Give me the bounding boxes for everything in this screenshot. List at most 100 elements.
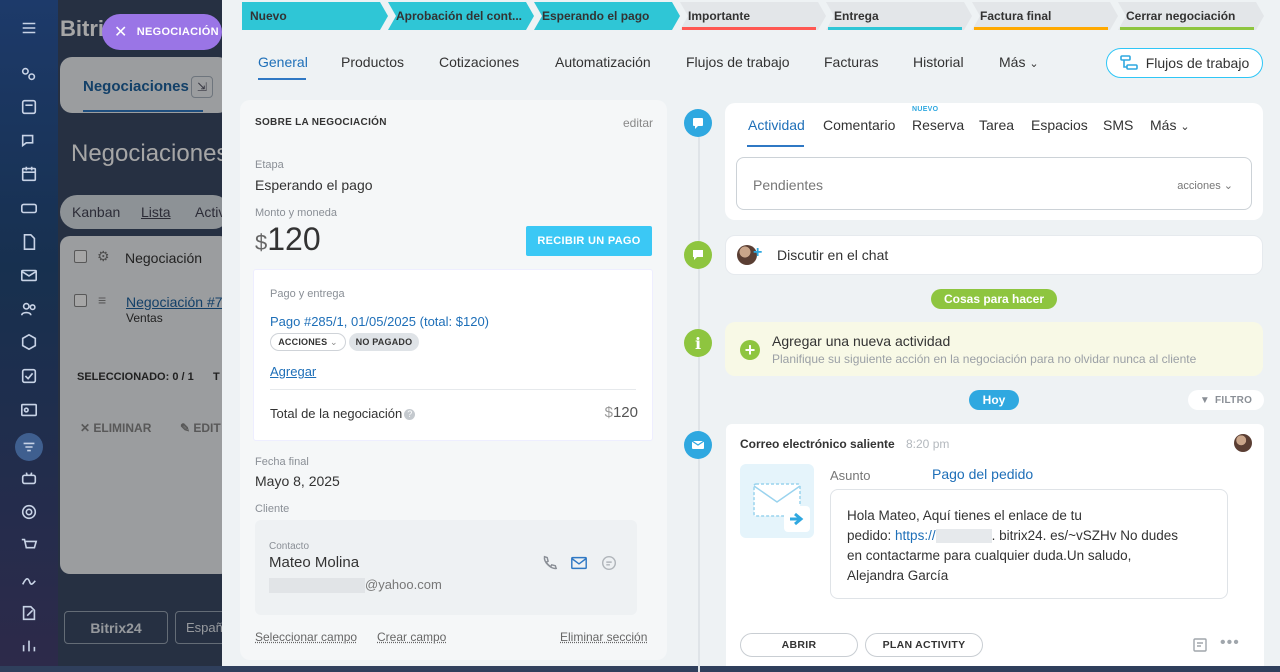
robot-icon[interactable] (19, 468, 39, 488)
contact-name[interactable]: Mateo Molina (269, 554, 359, 571)
docs-icon[interactable] (19, 232, 39, 252)
end-date-label: Fecha final (255, 456, 309, 468)
tab-mas[interactable]: Más ⌄ (999, 54, 1039, 70)
edit-doc-icon[interactable] (19, 603, 39, 623)
sign-icon[interactable] (19, 569, 39, 589)
add-activity-card[interactable]: + Agregar una nueva actividad Planifique… (725, 322, 1263, 376)
target-icon[interactable] (19, 502, 39, 522)
open-button[interactable]: ABRIR (740, 633, 858, 657)
stage-importante[interactable]: Importante (680, 2, 816, 30)
email-icon[interactable] (570, 554, 588, 572)
crm-icon[interactable] (15, 433, 43, 461)
help-icon[interactable]: ? (404, 409, 416, 421)
tab-productos[interactable]: Productos (341, 54, 404, 70)
more-icon[interactable]: ••• (1220, 634, 1240, 652)
stage-aprobacion[interactable]: Aprobación del cont... (388, 2, 524, 30)
activity-composer: NUEVO Actividad Comentario Reserva Tarea… (725, 103, 1263, 220)
tasks-icon[interactable] (19, 97, 39, 117)
tab-comentario[interactable]: Comentario (823, 117, 895, 133)
end-date-value[interactable]: Mayo 8, 2025 (255, 473, 340, 489)
tab-espacios[interactable]: Espacios (1031, 117, 1088, 133)
email-line-4: Alejandra García (847, 568, 949, 583)
email-line-1: Hola Mateo, Aquí tienes el enlace de tu (847, 508, 1082, 523)
email-link[interactable]: https:// (895, 528, 936, 543)
payment-title: Pago y entrega (270, 288, 345, 300)
chevron-down-icon: ⌄ (1223, 180, 1233, 192)
receive-payment-button[interactable]: RECIBIR UN PAGO (526, 226, 652, 256)
redacted-text (269, 578, 365, 594)
tab-cotizaciones[interactable]: Cotizaciones (439, 54, 519, 70)
info-icon: i (694, 333, 702, 353)
about-deal-card: SOBRE LA NEGOCIACIÓN editar Etapa Espera… (240, 100, 667, 660)
edit-section-link[interactable]: editar (623, 116, 653, 130)
payment-link[interactable]: Pago #285/1, 01/05/2025 (total: $120) (270, 314, 489, 329)
tab-actividad[interactable]: Actividad (748, 117, 805, 133)
note-icon[interactable] (1192, 637, 1208, 658)
tab-sms[interactable]: SMS (1103, 117, 1133, 133)
add-activity-subtitle: Planifique su siguiente acción en la neg… (772, 352, 1197, 366)
payment-divider (270, 389, 636, 390)
timeline-email-dot (684, 431, 712, 459)
stage-entrega[interactable]: Entrega (826, 2, 962, 30)
chevron-down-icon: ⌄ (330, 336, 338, 347)
phone-icon[interactable] (540, 554, 558, 572)
email-line-2-start: pedido: (847, 528, 896, 543)
drive-icon[interactable] (19, 198, 39, 218)
feed-icon[interactable] (19, 64, 39, 84)
pending-actions[interactable]: acciones ⌄ (1177, 179, 1233, 192)
tab-tarea[interactable]: Tarea (979, 117, 1014, 133)
menu-icon[interactable] (19, 18, 39, 38)
tab-flujos[interactable]: Flujos de trabajo (686, 54, 790, 70)
stage-value[interactable]: Esperando el pago (255, 177, 373, 193)
flujos-button[interactable]: Flujos de trabajo (1106, 48, 1263, 78)
total-currency: $ (604, 404, 613, 421)
contact-card-icon[interactable] (19, 400, 39, 420)
amount-label: Monto y moneda (255, 207, 337, 219)
mail-icon[interactable] (19, 265, 39, 285)
tab-mas-actividad[interactable]: Más ⌄ (1150, 117, 1190, 133)
timeline-info-dot: i (684, 329, 712, 357)
email-body: Hola Mateo, Aquí tienes el enlace de tu … (830, 489, 1228, 599)
tab-reserva[interactable]: Reserva (912, 117, 964, 133)
stage-nuevo[interactable]: Nuevo (242, 2, 378, 30)
discuss-chat-card[interactable]: + Discutir en el chat (725, 235, 1263, 275)
close-slider-chip[interactable]: ✕ NEGOCIACIÓN (102, 14, 222, 50)
total-value: $120 (605, 404, 638, 421)
tab-facturas[interactable]: Facturas (824, 54, 878, 70)
calendar-icon[interactable] (19, 164, 39, 184)
stage-esperando-pago[interactable]: Esperando el pago (534, 2, 670, 30)
create-field-link[interactable]: Crear campo (377, 630, 446, 644)
tab-mas-actividad-label: Más (1150, 117, 1177, 133)
delete-section-link[interactable]: Eliminar sección (560, 630, 647, 644)
users-icon[interactable] (19, 299, 39, 319)
contact-label: Contacto (269, 541, 310, 552)
cart-icon[interactable] (19, 535, 39, 555)
stage-factura-final[interactable]: Factura final (972, 2, 1108, 30)
contact-email[interactable]: @yahoo.com (269, 577, 442, 594)
chat-icon[interactable] (19, 131, 39, 151)
sender-avatar[interactable] (1234, 434, 1252, 452)
plan-activity-button[interactable]: PLAN ACTIVITY (865, 633, 983, 657)
pending-input[interactable]: Pendientes acciones ⌄ (736, 157, 1252, 210)
checklist-icon[interactable] (19, 366, 39, 386)
payment-actions-label: ACCIONES (278, 337, 328, 347)
deal-slider: Nuevo Aprobación del cont... Esperando e… (222, 0, 1280, 672)
chat-bubble-icon[interactable] (600, 554, 618, 572)
payment-actions-button[interactable]: ACCIONES ⌄ (270, 333, 346, 351)
section-header: SOBRE LA NEGOCIACIÓN (255, 117, 387, 128)
subject-value[interactable]: Pago del pedido (932, 466, 1033, 482)
stage-cerrar[interactable]: Cerrar negociación (1118, 2, 1254, 30)
select-field-link[interactable]: Seleccionar campo (255, 630, 357, 644)
amount-value[interactable]: $120 (255, 221, 321, 258)
filter-button[interactable]: ▼ FILTRO (1188, 390, 1264, 410)
tab-general[interactable]: General (258, 54, 308, 70)
chat-icon (693, 250, 703, 260)
timeline-line (698, 112, 700, 672)
email-line-3: en contactarme para cualquier duda.Un sa… (847, 548, 1132, 563)
tab-historial[interactable]: Historial (913, 54, 964, 70)
add-payment-link[interactable]: Agregar (270, 364, 316, 379)
tab-automatizacion[interactable]: Automatización (555, 54, 651, 70)
stage-label: Etapa (255, 159, 284, 171)
sites-icon[interactable] (19, 332, 39, 352)
analytics-icon[interactable] (19, 636, 39, 656)
